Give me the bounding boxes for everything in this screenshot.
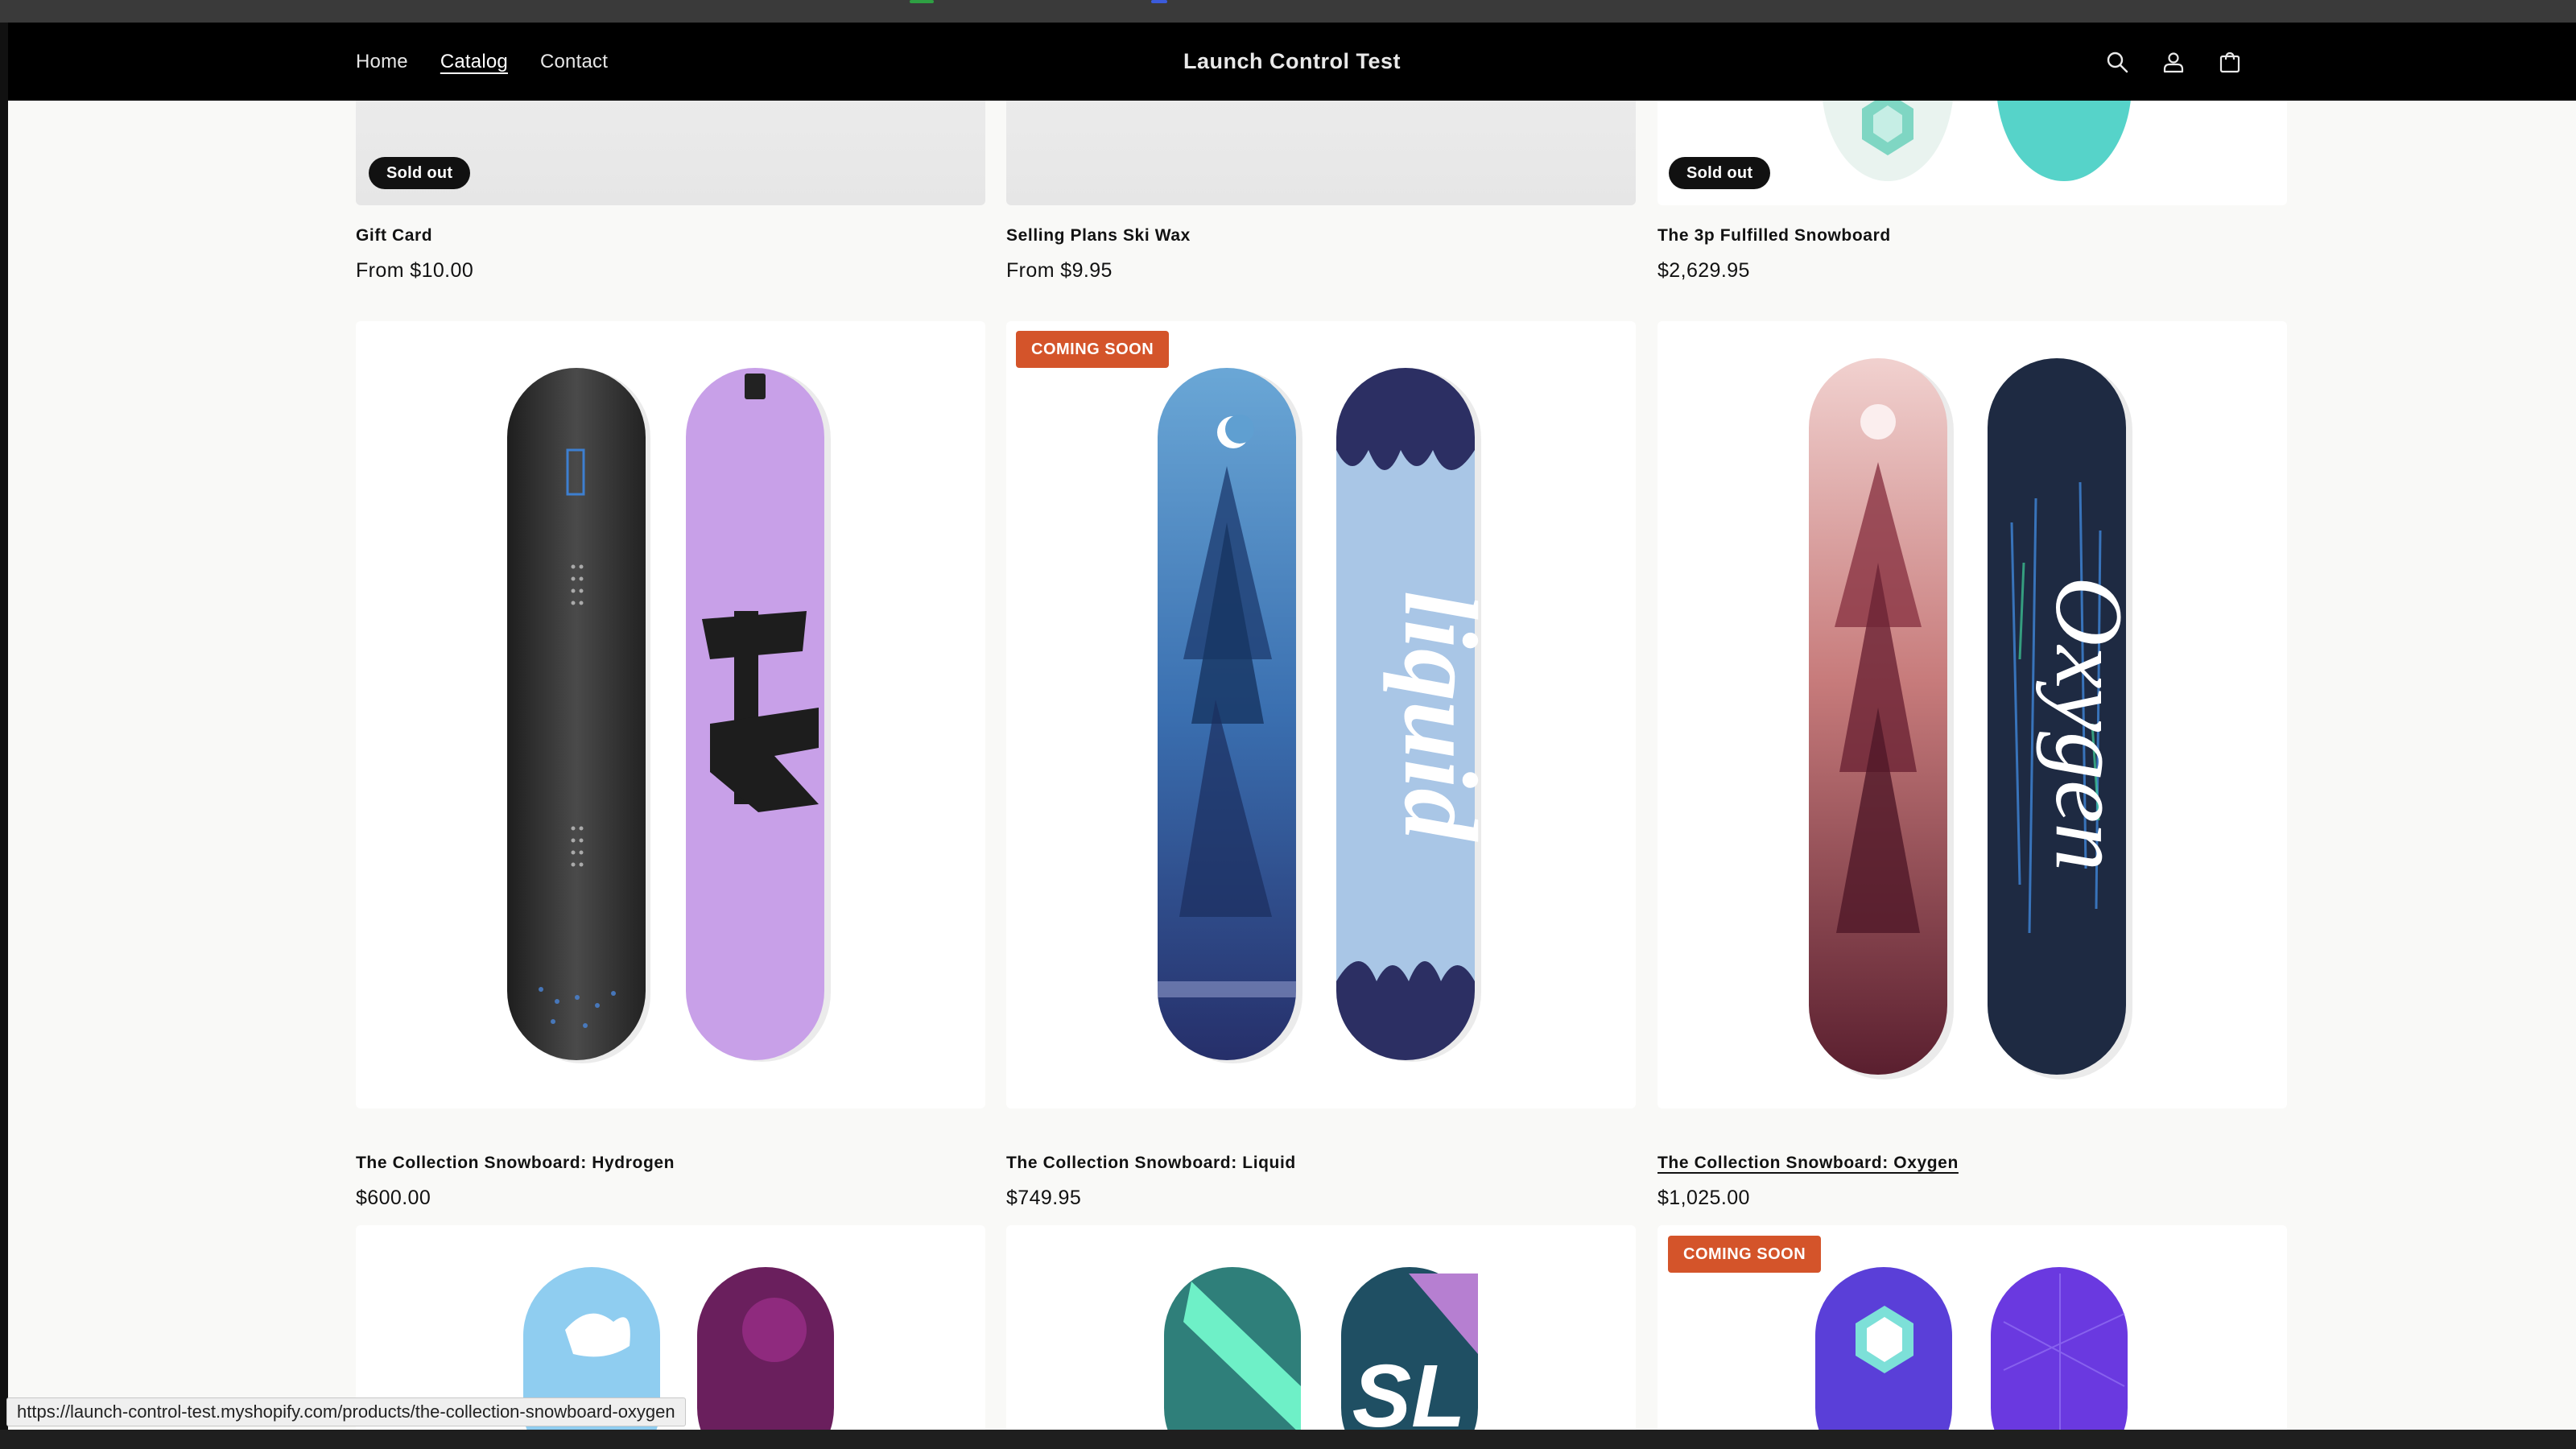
snowboard-image: liquid <box>1158 368 1498 1063</box>
product-title[interactable]: Selling Plans Ski Wax <box>1006 226 1191 246</box>
search-icon[interactable] <box>2101 46 2133 78</box>
product-title[interactable]: Gift Card <box>356 226 432 246</box>
product-title[interactable]: The Collection Snowboard: Hydrogen <box>356 1154 675 1173</box>
product-image[interactable]: Sold out <box>356 101 985 205</box>
product-image[interactable]: SL <box>1006 1225 1636 1430</box>
nav-home[interactable]: Home <box>356 51 408 73</box>
cart-icon[interactable] <box>2214 46 2246 78</box>
snowboard-image <box>507 368 831 1063</box>
sold-out-badge: Sold out <box>369 157 471 189</box>
browser-viewport: Home Catalog Contact Launch Control Test… <box>8 23 2576 1430</box>
product-image[interactable] <box>1006 101 1636 205</box>
snowboard-image: Oxygen <box>1809 358 2143 1080</box>
product-price: $2,629.95 <box>1657 259 1750 282</box>
snowboard-image: SL <box>1164 1267 1478 1430</box>
product-title[interactable]: The 3p Fulfilled Snowboard <box>1657 226 1891 246</box>
nav-catalog[interactable]: Catalog <box>440 51 508 73</box>
nav-contact[interactable]: Contact <box>540 51 608 73</box>
sold-out-badge: Sold out <box>1669 157 1771 189</box>
coming-soon-badge: COMING SOON <box>1668 1236 1822 1273</box>
product-price: From $9.95 <box>1006 259 1113 282</box>
product-image[interactable]: Oxygen <box>1657 321 2287 1108</box>
product-price: $600.00 <box>356 1187 431 1209</box>
site-header: Home Catalog Contact Launch Control Test <box>8 23 2576 101</box>
product-price: From $10.00 <box>356 259 474 282</box>
header-icons <box>2101 23 2246 101</box>
account-icon[interactable] <box>2157 46 2190 78</box>
svg-text:Oxygen: Oxygen <box>2036 576 2143 871</box>
tab-indicator <box>910 0 934 3</box>
product-title[interactable]: The Collection Snowboard: Oxygen <box>1657 1154 1959 1173</box>
coming-soon-badge: COMING SOON <box>1016 331 1170 368</box>
tab-indicator <box>1151 0 1167 3</box>
product-price: $749.95 <box>1006 1187 1082 1209</box>
product-price: $1,025.00 <box>1657 1187 1750 1209</box>
product-image[interactable]: Sold out <box>1657 101 2287 205</box>
svg-text:SL: SL <box>1352 1347 1466 1430</box>
product-title[interactable]: The Collection Snowboard: Liquid <box>1006 1154 1296 1173</box>
svg-text:liquid: liquid <box>1382 591 1498 843</box>
window-edge <box>0 23 8 1430</box>
main-nav: Home Catalog Contact <box>356 23 608 101</box>
os-bottom-bar <box>0 1430 2576 1449</box>
product-image[interactable]: COMING SOON <box>1657 1225 2287 1430</box>
os-top-bar <box>0 0 2576 23</box>
link-preview-status: https://launch-control-test.myshopify.co… <box>6 1397 686 1426</box>
snowboard-image <box>1823 101 2131 181</box>
product-image[interactable]: liquid COMING SOON <box>1006 321 1636 1108</box>
product-image[interactable] <box>356 321 985 1108</box>
